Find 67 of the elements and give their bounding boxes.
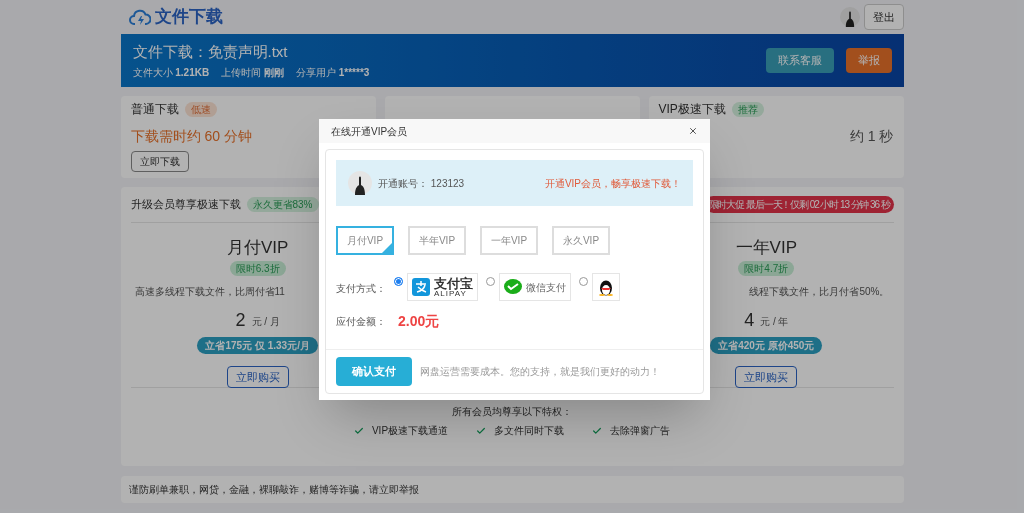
discount-badge: 限时6.3折 [229, 260, 286, 276]
radio-button[interactable] [579, 277, 588, 286]
wechat-pay-label: 微信支付 [526, 280, 566, 295]
plan-price: 4 [744, 310, 755, 329]
plan-name: 月付VIP [226, 237, 289, 259]
discount-badge: 限时4.7折 [738, 260, 795, 276]
plan-name: 一年VIP [735, 237, 797, 259]
wechat-pay-logo[interactable]: 微信支付 [499, 273, 571, 301]
download-time: 下载需时约 60 分钟 [130, 127, 252, 146]
perk-label: 去除弹窗广告 [610, 424, 671, 438]
perk-label: 多文件同时下载 [494, 424, 565, 438]
perks-title: 所有会员均尊享以下特权： [452, 405, 572, 419]
avatar-icon [348, 171, 372, 195]
amount-label: 应付金额： [336, 315, 386, 329]
buy-button[interactable]: 立即购买 [735, 365, 798, 388]
card-badge: 低速 [184, 101, 217, 117]
account-label: 开通账号： 123123 [378, 176, 465, 191]
card-title: VIP极速下载 [658, 101, 726, 118]
alipay-icon [412, 278, 430, 296]
check-icon [476, 425, 487, 436]
plan-description: 线程下载文件，比月付省50%。 [749, 284, 890, 299]
buy-button[interactable]: 立即购买 [226, 365, 289, 388]
alipay-name: 支付宝 [434, 276, 473, 290]
plan-option[interactable]: 一年VIP [480, 226, 538, 255]
plans-badge: 永久更省83% [246, 197, 319, 212]
alipay-logo[interactable]: 支付宝 ALIPAY [407, 273, 478, 301]
logo-text: 文件下载 [154, 6, 223, 29]
support-note: 网盘运营需要成本。您的支持，就是我们更好的动力！ [420, 365, 660, 379]
plan-description: 高速多线程下载文件，比周付省11 [134, 284, 285, 299]
file-meta: 上传时间 刚刚 [221, 66, 284, 81]
pay-method-label: 支付方式： [336, 282, 386, 296]
logout-button[interactable]: 登出 [863, 3, 904, 31]
banner-button[interactable]: 联系客服 [765, 48, 834, 73]
radio-button[interactable] [394, 277, 403, 286]
card-badge: 推荐 [731, 101, 764, 117]
vip-slogan: 开通VIP会员，畅享极速下载！ [544, 176, 681, 191]
banner-button[interactable]: 举报 [845, 48, 892, 73]
plans-title: 升级会员尊享极速下载 [130, 197, 241, 213]
close-icon[interactable] [688, 126, 698, 136]
perk-label: VIP极速下载通道 [371, 424, 449, 438]
penguin-icon [599, 278, 613, 296]
dialog-title: 在线开通VIP会员 [331, 124, 408, 139]
file-meta: 分享用户 1*****3 [295, 66, 370, 81]
plan-option[interactable]: 半年VIP [408, 226, 466, 255]
saving-badge: 立省175元 仅 1.33元/月 [197, 336, 318, 354]
saving-badge: 立省420元 原价450元 [710, 336, 823, 354]
fraud-notice: 谨防刷单兼职，网贷，金融，裸聊敲诈，赌博等诈骗，请立即举报 [128, 483, 419, 497]
check-icon [353, 425, 364, 436]
confirm-pay-button[interactable]: 确认支付 [336, 357, 412, 386]
download-time: 约 1 秒 [849, 127, 894, 146]
penguin-logo[interactable] [592, 273, 620, 301]
plan-price: 2 [235, 310, 246, 329]
file-title: 文件下载：免责声明.txt [132, 41, 289, 62]
chat-bubble-check-icon [504, 279, 522, 295]
amount-value: 2.00元 [398, 312, 440, 331]
price-unit: 元 / 月 [251, 314, 280, 329]
alipay-subtitle: ALIPAY [434, 289, 467, 298]
avatar-icon [839, 7, 860, 27]
check-icon [592, 425, 603, 436]
plan-option[interactable]: 永久VIP [552, 226, 610, 255]
file-meta: 文件大小 1.21KB [132, 66, 210, 81]
radio-button[interactable] [486, 277, 495, 286]
download-button[interactable]: 立即下载 [130, 151, 189, 172]
card-title: 普通下载 [130, 101, 179, 118]
price-unit: 元 / 年 [760, 314, 789, 329]
cloud-lightning-icon [128, 8, 151, 26]
plan-option[interactable]: 月付VIP [336, 226, 394, 255]
